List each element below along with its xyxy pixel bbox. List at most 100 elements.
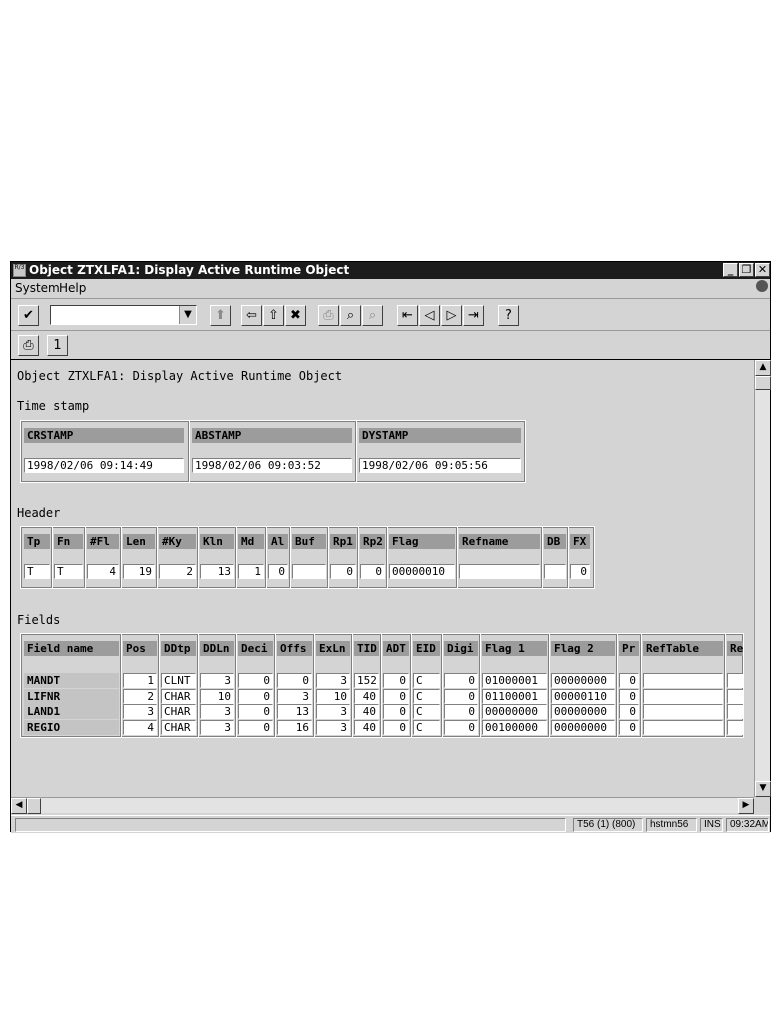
scroll-down-icon[interactable]: ▼: [755, 781, 771, 797]
column-separator: [380, 634, 381, 737]
fields-cell: 01100001: [482, 688, 547, 704]
fields-cell: [727, 719, 743, 735]
fields-cell: 16: [277, 719, 312, 735]
header-cell: 0: [330, 564, 356, 579]
help-button[interactable]: ?: [498, 305, 519, 326]
header-cell: 0: [268, 564, 288, 579]
fields-cell: [727, 673, 743, 688]
scroll-left-icon[interactable]: ◀: [11, 798, 27, 814]
menu-system[interactable]: System: [15, 281, 60, 295]
status-bar: T56 (1) (800) hstmn56 INS 09:32AM: [11, 815, 770, 833]
find-next-button[interactable]: ⌕: [362, 305, 383, 326]
fields-column-header: Offs: [277, 641, 312, 656]
fields-cell: 0: [238, 704, 273, 719]
scroll-right-icon[interactable]: ▶: [738, 798, 754, 814]
fields-column-header: Deci: [238, 641, 273, 656]
header-column-header: Flag: [389, 534, 455, 549]
fields-cell: C: [413, 673, 440, 688]
fields-cell: 0: [619, 673, 639, 688]
fields-cell: 0: [444, 688, 478, 704]
fields-cell: 3: [200, 704, 234, 719]
first-page-button[interactable]: ⇤: [397, 305, 418, 326]
fields-cell: CHAR: [161, 688, 196, 704]
enter-button[interactable]: ✔: [18, 305, 39, 326]
print-button[interactable]: ⎙: [318, 305, 339, 326]
fields-cell: [643, 688, 723, 704]
scroll-up-icon[interactable]: ▲: [755, 360, 771, 376]
header-cell: T: [54, 564, 83, 579]
field-name-cell: LAND1: [24, 704, 119, 719]
fields-cell: 3: [316, 673, 350, 688]
fields-cell: 4: [123, 719, 157, 735]
column-separator: [120, 527, 121, 588]
header-cell: 1: [238, 564, 264, 579]
previous-page-button[interactable]: ◁: [419, 305, 440, 326]
column-separator: [84, 527, 85, 588]
fields-cell: [727, 704, 743, 719]
fields-cell: 3: [316, 704, 350, 719]
fields-cell: 1: [123, 673, 157, 688]
fields-cell: CHAR: [161, 704, 196, 719]
fields-cell: 00000000: [482, 704, 547, 719]
field-name-cell: REGIO: [24, 719, 119, 735]
restore-button[interactable]: ❐: [739, 263, 754, 277]
vertical-scroll-thumb[interactable]: [755, 376, 771, 390]
column-separator: [541, 527, 542, 588]
fields-cell: C: [413, 688, 440, 704]
exit-button[interactable]: ⇧: [263, 305, 284, 326]
fields-column-header: EID: [413, 641, 440, 656]
header-table: Tp Fn #Fl Len #Ky Kln Md Al Buf Rp1 Rp2 Flag Refname…: [20, 526, 595, 589]
column-separator: [156, 527, 157, 588]
horizontal-scroll-thumb[interactable]: [27, 798, 41, 814]
fields-cell: [643, 719, 723, 735]
minimize-button[interactable]: _: [723, 263, 738, 277]
fields-cell: 0: [619, 704, 639, 719]
status-mode[interactable]: INS: [700, 818, 723, 832]
sap-app-icon[interactable]: R/3: [13, 264, 26, 277]
horizontal-scrollbar[interactable]: ◀ ▶: [11, 797, 754, 814]
header-column-header: Tp: [24, 534, 50, 549]
header-cell: 00000010: [389, 564, 455, 579]
page-heading: Object ZTXLFA1: Display Active Runtime O…: [17, 369, 343, 383]
command-dropdown-icon[interactable]: ▼: [179, 306, 196, 324]
next-page-button[interactable]: ▷: [441, 305, 462, 326]
menu-help[interactable]: Help: [59, 281, 86, 295]
fields-cell: 0: [619, 719, 639, 735]
fields-cell: 0: [383, 719, 409, 735]
content-area: Object ZTXLFA1: Display Active Runtime O…: [11, 360, 754, 797]
field-name-cell: MANDT: [24, 673, 119, 688]
column-separator: [441, 634, 442, 737]
find-button[interactable]: ⌕: [340, 305, 361, 326]
column-separator: [410, 634, 411, 737]
app-print-button[interactable]: ⎙: [18, 335, 39, 356]
column-separator: [327, 527, 328, 588]
detail-button[interactable]: 1: [47, 335, 68, 356]
timestamp-table: CRSTAMP ABSTAMP DYSTAMP 1998/02/06 09:14…: [20, 420, 526, 483]
sap-logo-icon: [756, 280, 768, 292]
cancel-button[interactable]: ✖: [285, 305, 306, 326]
save-button[interactable]: ⬆: [210, 305, 231, 326]
column-separator: [120, 634, 121, 737]
column-separator: [567, 527, 568, 588]
fields-cell: 3: [123, 704, 157, 719]
header-column-header: FX: [570, 534, 590, 549]
last-page-button[interactable]: ⇥: [463, 305, 484, 326]
header-column-header: Fn: [54, 534, 83, 549]
command-field[interactable]: ▼: [50, 305, 197, 325]
status-system[interactable]: T56 (1) (800): [573, 818, 643, 832]
fields-cell: 10: [316, 688, 350, 704]
fields-cell: 3: [200, 673, 234, 688]
close-button[interactable]: ✕: [755, 263, 770, 277]
back-button[interactable]: ⇦: [241, 305, 262, 326]
header-cell: T: [24, 564, 50, 579]
timestamp-header: DYSTAMP: [359, 428, 521, 443]
header-cell: 2: [159, 564, 196, 579]
fields-cell: 3: [316, 719, 350, 735]
fields-cell: 0: [444, 704, 478, 719]
fields-cell: 3: [277, 688, 312, 704]
header-section-title: Header: [17, 506, 61, 520]
header-column-header: Md: [238, 534, 264, 549]
vertical-scrollbar[interactable]: ▲ ▼: [754, 360, 771, 797]
fields-section-title: Fields: [17, 613, 61, 627]
fields-cell: 0: [619, 688, 639, 704]
